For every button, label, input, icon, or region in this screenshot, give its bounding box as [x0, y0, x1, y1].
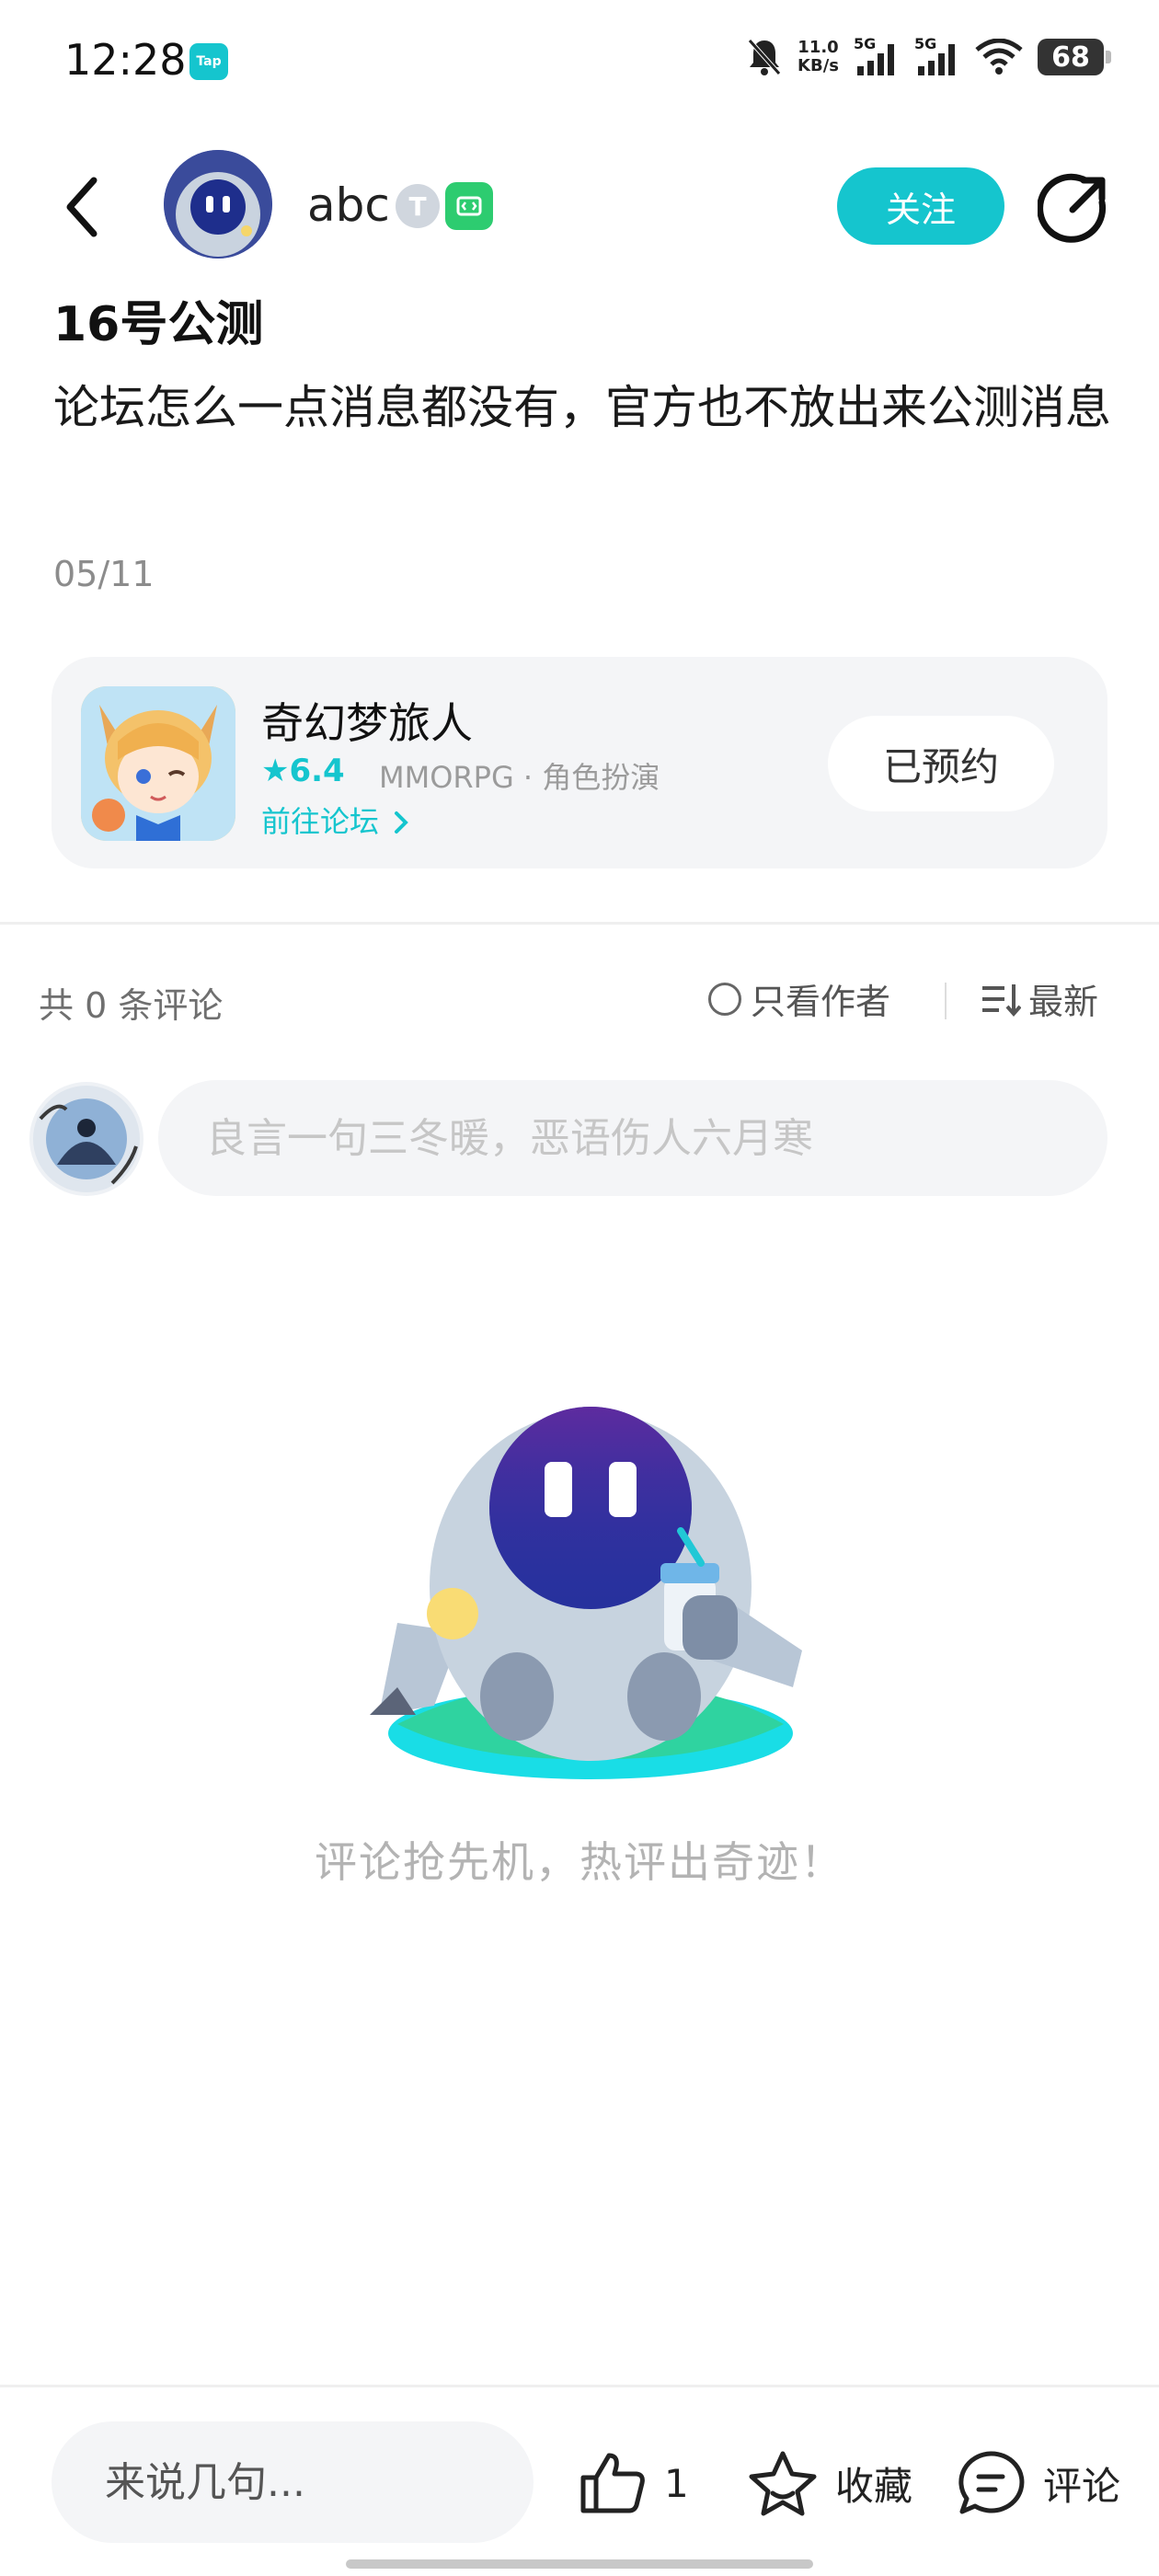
- thumbs-up-icon: [580, 2453, 645, 2513]
- post-date: 05/11: [53, 554, 155, 594]
- tap-app-icon: Tap: [189, 43, 228, 80]
- share-button[interactable]: [1037, 171, 1111, 245]
- favorite-button[interactable]: 收藏: [747, 2442, 912, 2524]
- forum-link[interactable]: 前往论坛: [261, 799, 410, 841]
- author-avatar[interactable]: [164, 150, 272, 259]
- game-icon[interactable]: [81, 686, 235, 841]
- mute-bell-icon: [748, 39, 781, 75]
- only-author-toggle[interactable]: 只看作者: [708, 973, 890, 1024]
- star-icon: [749, 2451, 817, 2516]
- bottom-divider: [0, 2385, 1159, 2387]
- back-arrow-icon: [66, 177, 98, 237]
- follow-button[interactable]: 关注: [837, 167, 1004, 245]
- wifi-icon: [975, 39, 1023, 75]
- sort-icon: [982, 983, 1021, 1017]
- battery-icon: 68: [1038, 39, 1111, 75]
- section-divider: [0, 922, 1159, 925]
- sort-button[interactable]: 最新: [981, 973, 1098, 1024]
- share-icon: [1037, 173, 1107, 243]
- game-rating: ★6.4: [261, 753, 345, 789]
- home-indicator[interactable]: [346, 2559, 813, 2569]
- status-time: 12:28: [64, 35, 187, 85]
- comment-count: 共 0 条评论: [39, 985, 224, 1026]
- comment-button[interactable]: 评论: [955, 2442, 1120, 2524]
- empty-state-text: 评论抢先机，热评出奇迹！: [315, 1837, 844, 1887]
- comment-bubble-icon: [958, 2451, 1025, 2514]
- signal-icon: 5G: [854, 35, 900, 77]
- game-tags: MMORPG · 角色扮演: [379, 760, 660, 795]
- status-icons: 11.0 KB/s 5G 5G 68: [746, 35, 1111, 77]
- comment-input[interactable]: [158, 1080, 1107, 1196]
- net-speed: 11.0 KB/s: [798, 38, 839, 75]
- reserved-button[interactable]: 已预约: [828, 716, 1054, 811]
- my-avatar: [29, 1082, 143, 1196]
- divider: [945, 983, 947, 1019]
- star-icon: ★: [261, 753, 290, 789]
- game-name[interactable]: 奇幻梦旅人: [261, 690, 473, 751]
- developer-badge-icon: [445, 182, 493, 230]
- quick-comment-input[interactable]: [52, 2421, 534, 2543]
- post-title: 16号公测: [53, 297, 264, 352]
- radio-icon: [708, 982, 741, 1016]
- author-username[interactable]: abc: [307, 178, 390, 232]
- like-button[interactable]: 1: [578, 2442, 689, 2524]
- chevron-right-icon: [395, 811, 409, 834]
- back-button[interactable]: [55, 166, 110, 248]
- signal-icon: 5G: [914, 35, 960, 77]
- level-badge: T: [396, 184, 440, 228]
- post-body: 论坛怎么一点消息都没有，官方也不放出来公测消息: [53, 381, 1111, 434]
- empty-state-illustration: [361, 1374, 813, 1798]
